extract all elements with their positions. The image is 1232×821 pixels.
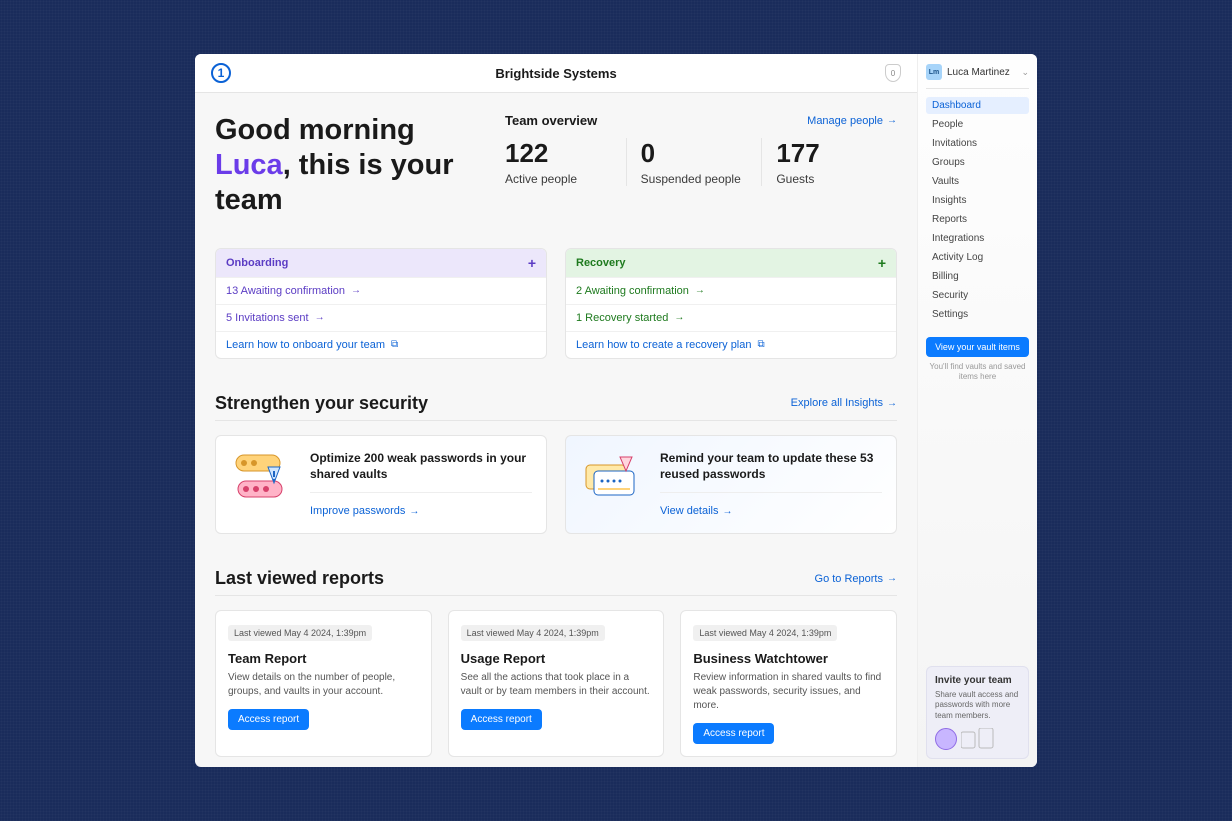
external-link-icon: ⧉ (758, 339, 765, 350)
main-column: 1 Brightside Systems 0 Good morning Luca… (195, 54, 917, 767)
recovery-add-button[interactable]: + (878, 255, 886, 271)
invite-illustration-icon (935, 728, 1020, 750)
access-report-button[interactable]: Access report (461, 709, 542, 730)
stat-guests: 177 Guests (761, 138, 897, 186)
onboarding-add-button[interactable]: + (528, 255, 536, 271)
nav-reports[interactable]: Reports (926, 211, 1029, 228)
arrow-right-icon: → (674, 312, 684, 323)
arrow-right-icon: → (315, 312, 325, 323)
insight-weak-passwords: Optimize 200 weak passwords in your shar… (215, 435, 547, 534)
nav-insights[interactable]: Insights (926, 192, 1029, 209)
nav-invitations[interactable]: Invitations (926, 135, 1029, 152)
recovery-card: Recovery + 2 Awaiting confirmation→ 1 Re… (565, 248, 897, 359)
security-section-title: Strengthen your security (215, 393, 428, 414)
arrow-right-icon: → (887, 115, 897, 126)
onboarding-title: Onboarding (226, 257, 288, 269)
improve-passwords-link[interactable]: Improve passwords → (310, 505, 419, 517)
arrow-right-icon: → (723, 506, 733, 517)
nav-people[interactable]: People (926, 116, 1029, 133)
team-overview-title: Team overview (505, 113, 597, 128)
explore-insights-link[interactable]: Explore all Insights → (791, 397, 897, 409)
external-link-icon: ⧉ (391, 339, 398, 350)
arrow-right-icon: → (887, 398, 897, 409)
access-report-button[interactable]: Access report (228, 709, 309, 730)
nav-settings[interactable]: Settings (926, 306, 1029, 323)
report-timestamp: Last viewed May 4 2024, 1:39pm (693, 625, 837, 641)
nav-security[interactable]: Security (926, 287, 1029, 304)
arrow-right-icon: → (351, 285, 361, 296)
recovery-learn-link[interactable]: Learn how to create a recovery plan⧉ (566, 331, 896, 358)
greeting: Good morning Luca, this is your team (215, 113, 475, 217)
recovery-item-started[interactable]: 1 Recovery started→ (566, 304, 896, 331)
stat-suspended: 0 Suspended people (626, 138, 762, 186)
content-area: Good morning Luca, this is your team Tea… (195, 93, 917, 767)
insight-reused-passwords: Remind your team to update these 53 reus… (565, 435, 897, 534)
onboarding-learn-link[interactable]: Learn how to onboard your team⧉ (216, 331, 546, 358)
onboarding-item-invitations[interactable]: 5 Invitations sent→ (216, 304, 546, 331)
org-name: Brightside Systems (495, 66, 616, 81)
sidebar: Lm Luca Martinez ⌄ Dashboard People Invi… (917, 54, 1037, 767)
onboarding-item-awaiting[interactable]: 13 Awaiting confirmation→ (216, 277, 546, 304)
user-avatar: Lm (926, 64, 942, 80)
arrow-right-icon: → (695, 285, 705, 296)
report-card-team: Last viewed May 4 2024, 1:39pm Team Repo… (215, 610, 432, 757)
view-vault-button[interactable]: View your vault items (926, 337, 1029, 357)
app-window: 1 Brightside Systems 0 Good morning Luca… (195, 54, 1037, 767)
vault-hint: You'll find vaults and saved items here (926, 362, 1029, 383)
recovery-title: Recovery (576, 257, 626, 269)
chevron-down-icon: ⌄ (1021, 67, 1029, 78)
app-logo-icon: 1 (211, 63, 231, 83)
stat-active: 122 Active people (505, 138, 626, 186)
nav-groups[interactable]: Groups (926, 154, 1029, 171)
reused-password-icon (580, 450, 646, 506)
greeting-line1: Good morning (215, 114, 415, 146)
sidebar-nav: Dashboard People Invitations Groups Vaul… (926, 97, 1029, 323)
report-card-watchtower: Last viewed May 4 2024, 1:39pm Business … (680, 610, 897, 757)
recovery-item-awaiting[interactable]: 2 Awaiting confirmation→ (566, 277, 896, 304)
topbar: 1 Brightside Systems 0 (195, 54, 917, 93)
nav-dashboard[interactable]: Dashboard (926, 97, 1029, 114)
access-report-button[interactable]: Access report (693, 723, 774, 744)
weak-password-icon (230, 450, 296, 506)
view-details-link[interactable]: View details → (660, 505, 733, 517)
reports-section-title: Last viewed reports (215, 568, 384, 589)
nav-activity-log[interactable]: Activity Log (926, 249, 1029, 266)
team-overview: Team overview Manage people → 122 Active… (505, 113, 897, 217)
user-name: Luca Martinez (947, 67, 1010, 78)
shield-icon[interactable]: 0 (885, 64, 901, 82)
report-timestamp: Last viewed May 4 2024, 1:39pm (461, 625, 605, 641)
nav-integrations[interactable]: Integrations (926, 230, 1029, 247)
nav-billing[interactable]: Billing (926, 268, 1029, 285)
user-menu[interactable]: Lm Luca Martinez ⌄ (926, 64, 1029, 89)
arrow-right-icon: → (887, 573, 897, 584)
manage-people-link[interactable]: Manage people → (807, 115, 897, 127)
greeting-name: Luca (215, 149, 283, 181)
report-card-usage: Last viewed May 4 2024, 1:39pm Usage Rep… (448, 610, 665, 757)
nav-vaults[interactable]: Vaults (926, 173, 1029, 190)
invite-team-box[interactable]: Invite your team Share vault access and … (926, 666, 1029, 759)
report-timestamp: Last viewed May 4 2024, 1:39pm (228, 625, 372, 641)
onboarding-card: Onboarding + 13 Awaiting confirmation→ 5… (215, 248, 547, 359)
go-to-reports-link[interactable]: Go to Reports → (815, 573, 897, 585)
arrow-right-icon: → (409, 506, 419, 517)
